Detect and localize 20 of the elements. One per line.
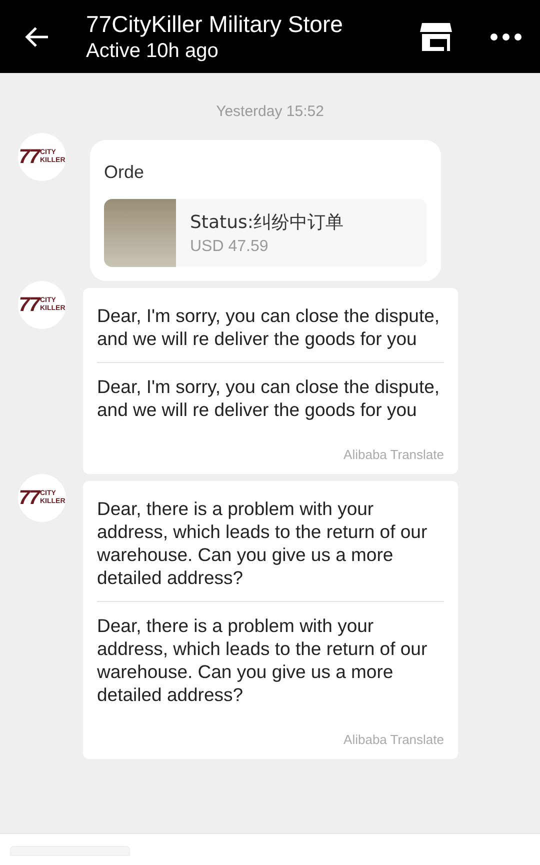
order-status: Status:纠纷中订单 xyxy=(190,211,344,234)
active-status: Active 10h ago xyxy=(86,40,220,62)
order-card[interactable]: Orde Status:纠纷中订单 USD 47.59 xyxy=(90,140,441,281)
translation-source: Alibaba Translate xyxy=(342,732,444,747)
order-price: USD 47.59 xyxy=(190,238,270,256)
translation-source: Alibaba Translate xyxy=(342,447,444,462)
message-text: Dear, I'm sorry, you can close the dispute, and we will re deliver the goods for you xyxy=(97,304,441,351)
logo-number: 77 xyxy=(18,146,39,168)
translated-text: Dear, I'm sorry, you can close the dispute, and we will re deliver the goods for you xyxy=(97,375,441,422)
logo-number: 77 xyxy=(18,486,39,510)
order-title: Orde xyxy=(104,162,146,183)
photo-placeholder xyxy=(104,199,176,267)
back-button[interactable] xyxy=(24,24,50,48)
more-icon[interactable] xyxy=(490,32,522,40)
translated-text: Dear, there is a problem with your address, which leads to the return of our warehouse. Can you give us a more detailed address? xyxy=(97,614,428,707)
store-name: 77CityKiller Military Store xyxy=(86,10,344,38)
message-text: Dear, there is a problem with your address, which leads to the return of our warehouse. Can you give us a more detailed address? xyxy=(97,497,428,590)
logo-number: 77 xyxy=(18,294,39,316)
store-icon[interactable] xyxy=(420,22,452,50)
message-timestamp: Yesterday 15:52 xyxy=(216,103,324,120)
